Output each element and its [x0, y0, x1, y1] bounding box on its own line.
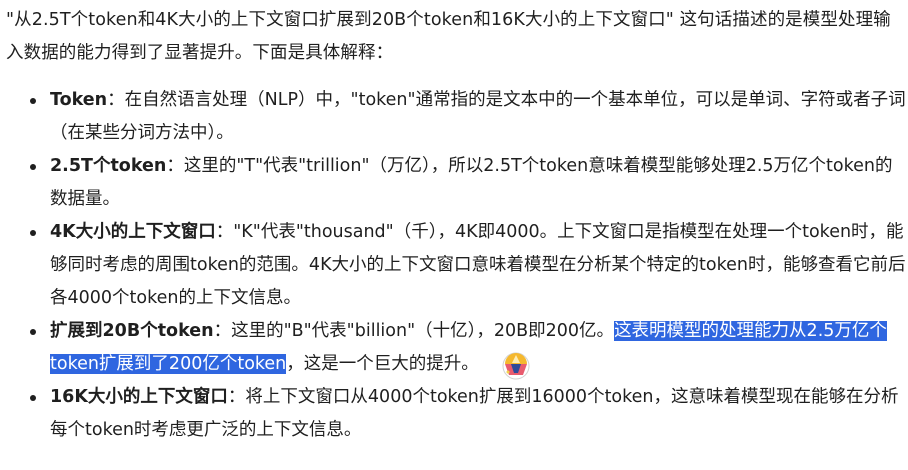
term-token: Token	[50, 90, 108, 110]
list-item-4k-window: 4K大小的上下文窗口："K"代表"thousand"（千），4K即4000。上下…	[6, 216, 906, 315]
round-emoji-badge-icon[interactable]	[497, 350, 535, 380]
desc-20b-token-tail: ，这是一个巨大的提升。	[286, 354, 479, 374]
term-16k-window: 16K大小的上下文窗口	[50, 387, 228, 407]
list-item-token: Token：在自然语言处理（NLP）中，"token"通常指的是文本中的一个基本…	[6, 84, 906, 150]
answer-content: "从2.5T个token和4K大小的上下文窗口扩展到20B个token和16K大…	[6, 4, 906, 447]
explanation-list: Token：在自然语言处理（NLP）中，"token"通常指的是文本中的一个基本…	[6, 84, 906, 447]
intro-paragraph: "从2.5T个token和4K大小的上下文窗口扩展到20B个token和16K大…	[6, 10, 891, 63]
term-2-5t-token: 2.5T个token	[50, 156, 167, 176]
desc-token: ：在自然语言处理（NLP）中，"token"通常指的是文本中的一个基本单位，可以…	[50, 90, 906, 143]
list-item-2-5t-token: 2.5T个token：这里的"T"代表"trillion"（万亿），所以2.5T…	[6, 150, 906, 216]
list-item-20b-token: 扩展到20B个token：这里的"B"代表"billion"（十亿），20B即2…	[6, 315, 906, 381]
desc-2-5t-token: ：这里的"T"代表"trillion"（万亿），所以2.5T个token意味着模…	[50, 156, 893, 209]
term-4k-window: 4K大小的上下文窗口	[50, 222, 216, 242]
desc-20b-token: ：这里的"B"代表"billion"（十亿），20B即200亿。	[213, 321, 615, 341]
term-20b-token: 扩展到20B个token	[50, 321, 214, 341]
list-item-16k-window: 16K大小的上下文窗口：将上下文窗口从4000个token扩展到16000个to…	[6, 381, 906, 447]
